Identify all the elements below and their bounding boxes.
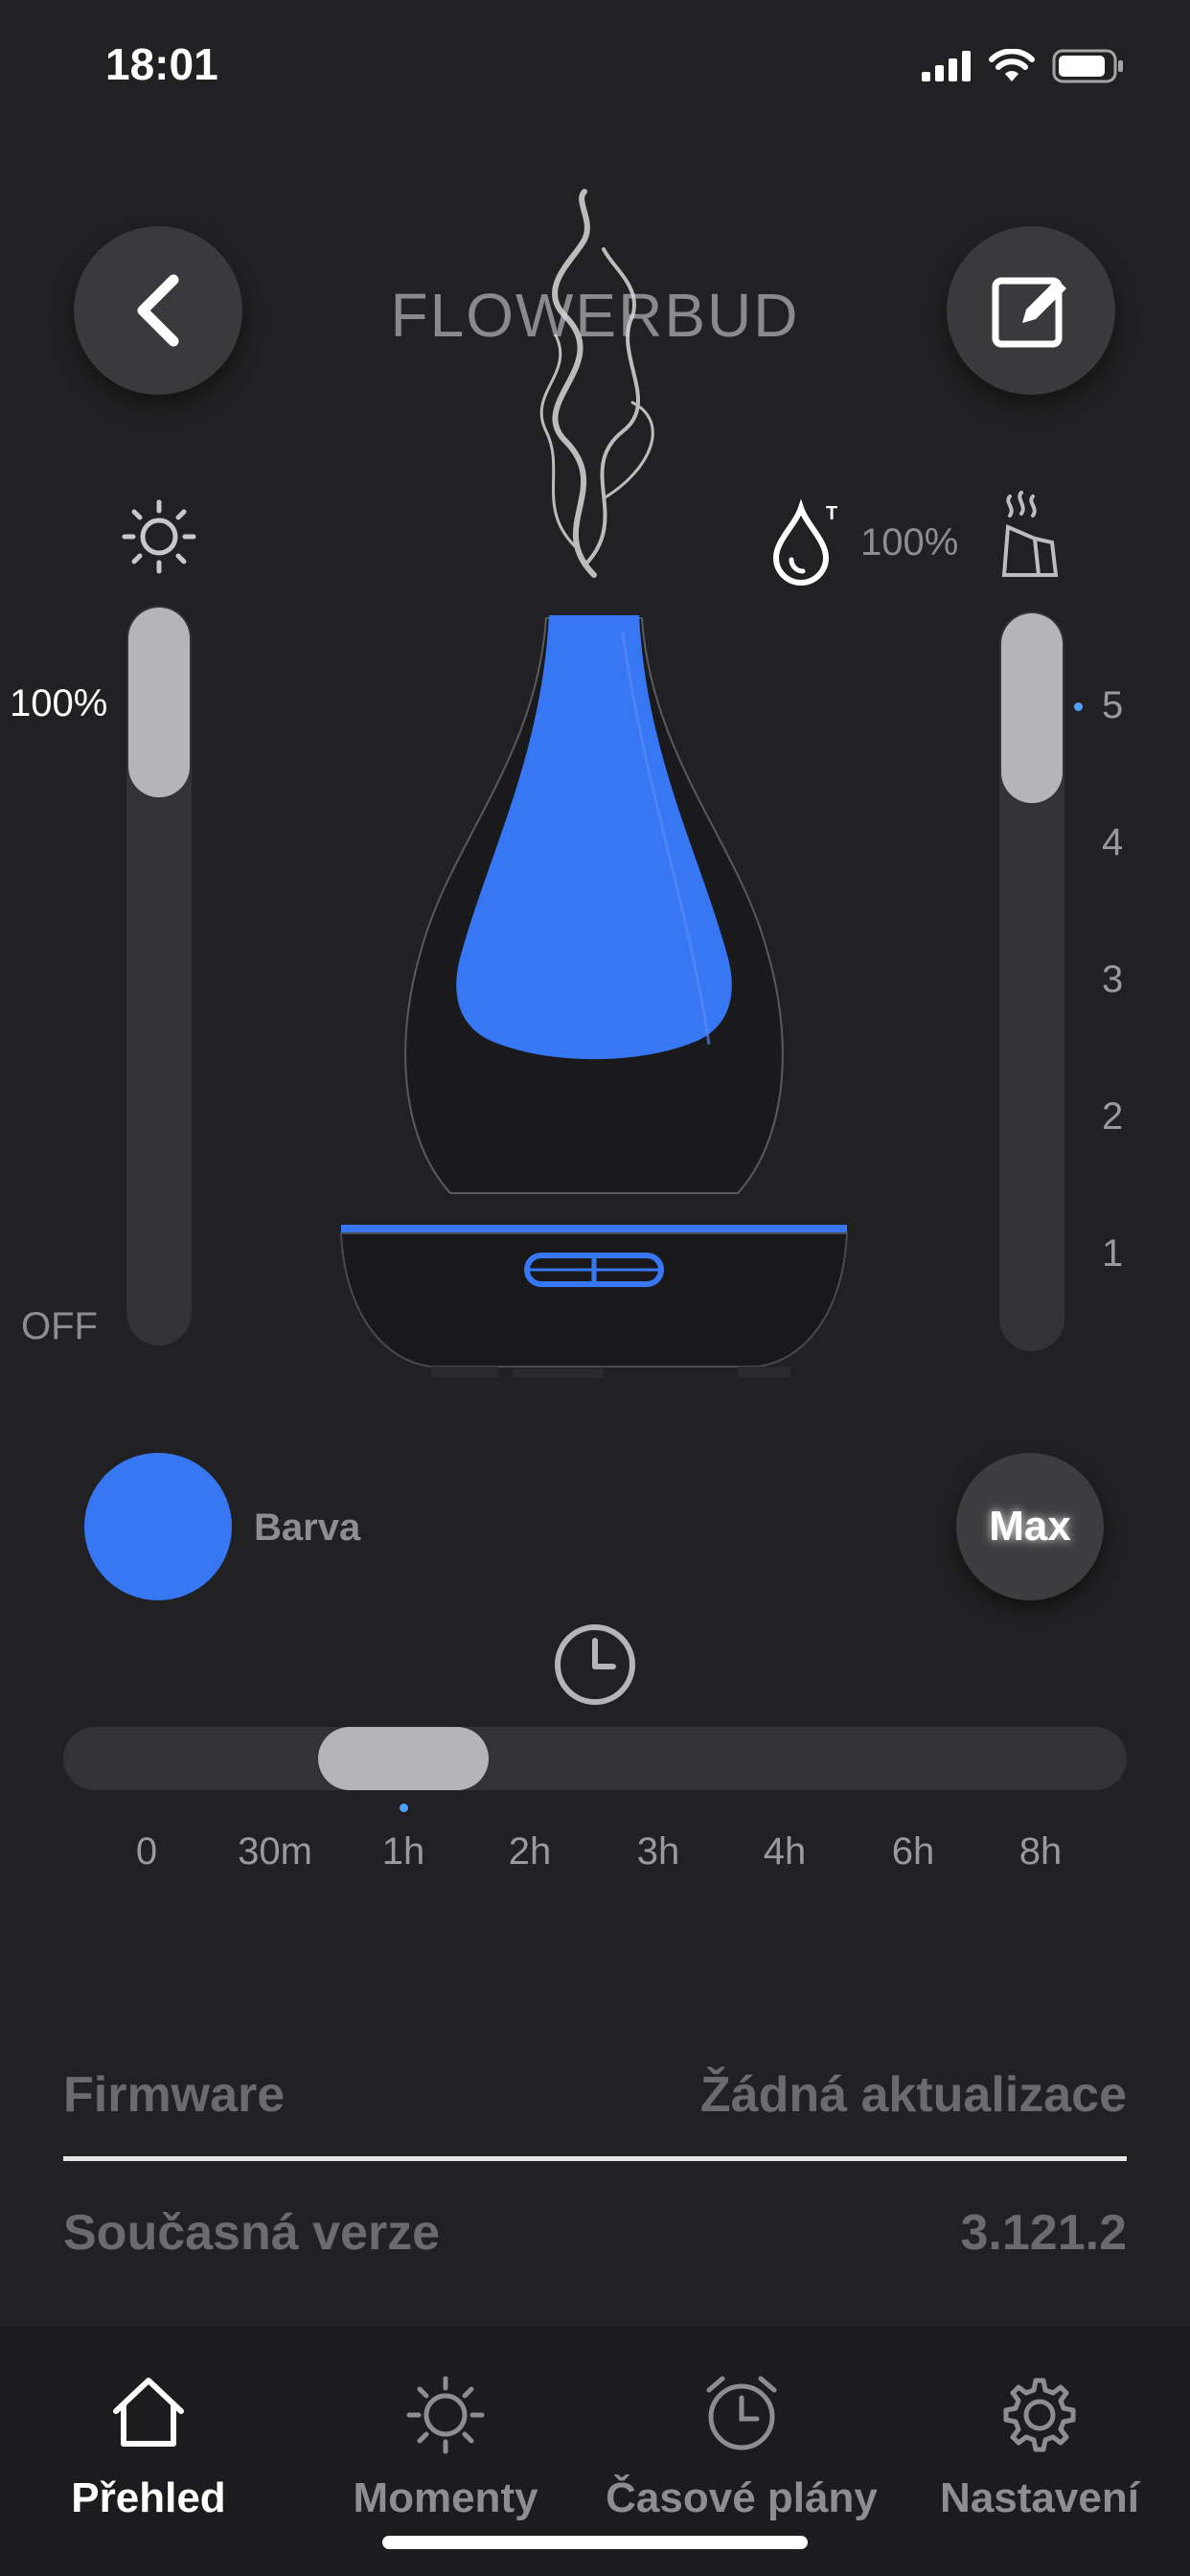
color-label: Barva [254,1506,361,1549]
svg-text:T: T [826,503,837,524]
alarm-clock-icon [706,2376,777,2450]
timer-tick-2h[interactable]: 2h [509,1830,552,1874]
gear-icon [1003,2378,1076,2452]
sun-icon [406,2376,485,2454]
version-value: 3.121.2 [960,2205,1128,2261]
timer-slider-thumb[interactable] [318,1727,489,1790]
timer-tick-3h[interactable]: 3h [637,1830,680,1874]
firmware-row[interactable]: Firmware Žádná aktualizace [63,2066,1127,2124]
status-time: 18:01 [105,39,218,89]
version-label: Současná verze [63,2205,441,2261]
timer-tick-labels: 0 30m 1h 2h 3h 4h 6h 8h [63,1830,1127,1878]
water-level-value: 100% [860,521,959,564]
tab-overview-label: Přehled [71,2474,226,2521]
mist-output-icon [1001,491,1059,577]
tab-moments[interactable]: Momenty [302,2327,589,2522]
timer-tick-1h[interactable]: 1h [382,1830,425,1874]
timer-tick-6h[interactable]: 6h [892,1830,935,1874]
tab-settings-label: Nastavení [940,2474,1139,2521]
firmware-label: Firmware [63,2067,286,2123]
battery-icon [1052,49,1123,83]
tab-overview[interactable]: Přehled [5,2327,292,2522]
water-drop-icon: T [772,498,837,586]
edit-button[interactable] [947,226,1115,395]
timer-tick-8h[interactable]: 8h [1019,1830,1063,1874]
cellular-signal-icon [922,51,971,81]
version-row: Současná verze 3.121.2 [63,2204,1127,2262]
timer-tick-0[interactable]: 0 [136,1830,157,1874]
timer-slider[interactable] [63,1727,1127,1790]
divider [63,2156,1127,2161]
edit-icon [992,277,1066,348]
mist-level-3[interactable]: 3 [1102,958,1123,1001]
mist-level-4[interactable]: 4 [1102,821,1123,864]
timer-tick-30m[interactable]: 30m [238,1830,312,1874]
firmware-status: Žádná aktualizace [699,2067,1127,2123]
home-icon [113,2378,184,2447]
color-picker-button[interactable] [84,1453,232,1600]
max-button[interactable]: Max [956,1453,1104,1600]
brightness-value: 100% [10,682,108,724]
timer-selected-indicator [400,1804,408,1812]
timer-tick-4h[interactable]: 4h [764,1830,807,1874]
mist-slider-thumb[interactable] [1001,613,1063,803]
mist-smoke [539,189,654,578]
mist-level-5[interactable]: 5 [1102,684,1123,727]
tab-schedules[interactable]: Časové plány [598,2327,885,2522]
clock-icon [555,1624,635,1705]
tab-moments-label: Momenty [353,2474,538,2521]
tab-schedules-label: Časové plány [606,2474,878,2521]
mist-level-2[interactable]: 2 [1102,1095,1123,1138]
mist-selected-indicator [1074,702,1083,711]
brightness-slider-thumb[interactable] [128,608,190,797]
tab-settings[interactable]: Nastavení [896,2327,1183,2522]
wifi-icon [989,49,1035,81]
brightness-icon [122,499,196,574]
diffuser-image [339,189,849,1378]
brightness-off-label: OFF [21,1305,98,1347]
mist-level-1[interactable]: 1 [1102,1232,1123,1276]
home-indicator [382,2536,808,2549]
status-icons [922,42,1125,90]
